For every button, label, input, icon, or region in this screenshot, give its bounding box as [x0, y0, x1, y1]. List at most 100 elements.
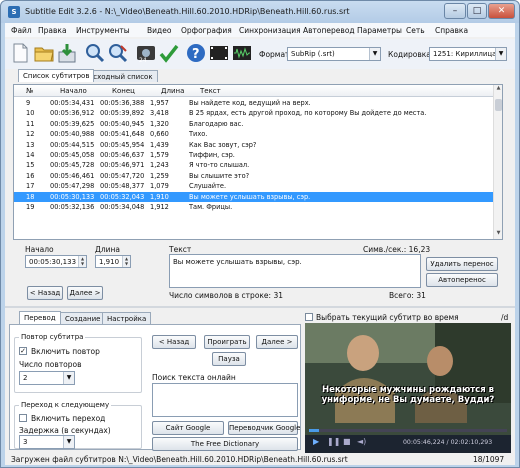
duration-input[interactable]: 1,910 ▲ ▼ — [95, 255, 131, 268]
forward-button[interactable]: Далее > — [256, 335, 298, 349]
next-group: Переход к следующему Включить переход За… — [14, 401, 142, 449]
enable-repeat-checkbox[interactable]: ✓ — [19, 347, 27, 355]
volume-icon[interactable]: ◄) — [357, 437, 366, 446]
menu-sync[interactable]: Синхронизация — [239, 26, 301, 35]
google-translate-button[interactable]: Переводчик Google — [228, 421, 300, 435]
remove-line-break-button[interactable]: Удалить перенос — [426, 257, 498, 271]
visual-sync-icon[interactable]: 24 — [135, 42, 157, 64]
scroll-up-icon[interactable]: ▲ — [494, 85, 502, 94]
prev-subtitle-button[interactable]: < Назад — [27, 286, 63, 300]
video-icon[interactable] — [208, 42, 230, 64]
main-client-area: Файл Правка Инструменты Видео Орфография… — [5, 23, 515, 465]
video-seek-bar[interactable] — [309, 429, 507, 432]
menu-video[interactable]: Видео — [147, 26, 171, 35]
menu-autotranslate[interactable]: Автоперевод — [303, 26, 355, 35]
play-icon[interactable]: ▶ — [313, 437, 319, 446]
spinner-icon[interactable]: ▲ ▼ — [122, 256, 130, 267]
spinner-icon[interactable]: ▲ ▼ — [78, 256, 86, 267]
grid-scrollbar[interactable]: ▲ ▼ — [493, 85, 502, 239]
start-time-input[interactable]: 00:05:30,133 ▲ ▼ — [25, 255, 87, 268]
delay-select[interactable]: 3 ▼ — [19, 435, 75, 449]
close-button[interactable]: ✕ — [488, 3, 515, 19]
menu-options[interactable]: Параметры — [357, 26, 402, 35]
table-row[interactable]: 17 00:05:47,298 00:05:48,377 1,079 Слушайте. — [14, 181, 494, 191]
scroll-thumb[interactable] — [495, 99, 502, 111]
table-row[interactable]: 10 00:05:36,912 00:05:39,892 3,418 В 25 ярда… — [14, 108, 494, 118]
tab-subtitle-list[interactable]: Список субтитров — [18, 69, 95, 82]
subtitle-text-value: Вы можете услышать взрывы, сэр. — [173, 258, 302, 266]
toolbar: 24 ? Формат SubRip (.srt) ▼ Кодировка 12… — [5, 39, 515, 69]
table-row[interactable]: 13 00:05:44,515 00:05:45,954 1,439 Как Вас з… — [14, 140, 494, 150]
save-icon[interactable] — [56, 42, 78, 64]
find-icon[interactable] — [84, 42, 106, 64]
online-search-input[interactable] — [152, 383, 298, 417]
select-current-checkbox[interactable] — [305, 313, 313, 321]
menu-edit[interactable]: Правка — [38, 26, 67, 35]
stop-icon[interactable]: ■ — [343, 437, 351, 446]
tab-create[interactable]: Создание — [60, 312, 106, 324]
pause-icon[interactable]: ❚❚ — [327, 437, 340, 446]
grid-header: № Начало Конец Длина Текст — [14, 85, 494, 97]
enable-next-label: Включить переход — [31, 414, 106, 423]
column-duration[interactable]: Длина — [161, 87, 184, 95]
column-text[interactable]: Текст — [200, 87, 221, 95]
subtitle-grid[interactable]: № Начало Конец Длина Текст 9 00:05:34,431… — [13, 84, 503, 240]
back-button[interactable]: < Назад — [152, 335, 196, 349]
format-select[interactable]: SubRip (.srt) ▼ — [287, 47, 381, 61]
enable-repeat-label: Включить повтор — [31, 347, 100, 356]
new-file-icon[interactable] — [9, 42, 31, 64]
google-site-button[interactable]: Сайт Google — [152, 421, 224, 435]
menu-network[interactable]: Сеть — [406, 26, 425, 35]
menu-file[interactable]: Файл — [11, 26, 32, 35]
column-number[interactable]: № — [26, 87, 33, 95]
minimize-button[interactable]: – — [444, 3, 466, 19]
next-subtitle-button[interactable]: Далее > — [67, 286, 103, 300]
row-end: 00:05:39,892 — [100, 109, 145, 118]
title-bar[interactable]: S Subtitle Edit 3.2.6 - N:\_Video\Beneat… — [1, 1, 519, 23]
subtitle-text-editor[interactable]: Вы можете услышать взрывы, сэр. — [169, 254, 421, 288]
table-row[interactable]: 19 00:05:32,136 00:05:34,048 1,912 Там. Фриц… — [14, 202, 494, 212]
help-icon[interactable]: ? — [185, 42, 207, 64]
waveform-icon[interactable] — [231, 42, 253, 64]
maximize-button[interactable]: □ — [467, 3, 487, 19]
row-end: 00:05:40,945 — [100, 119, 145, 128]
video-player[interactable]: Некоторые мужчины рождаются в униформе, … — [305, 323, 511, 453]
tab-translate[interactable]: Перевод — [19, 311, 61, 324]
replace-icon[interactable] — [107, 42, 129, 64]
menu-spellcheck[interactable]: Орфография — [181, 26, 232, 35]
row-number: 11 — [26, 119, 35, 128]
free-dictionary-button[interactable]: The Free Dictionary — [152, 437, 298, 451]
row-text: Тиффин, сэр. — [189, 151, 235, 159]
pause-button[interactable]: Пауза — [212, 352, 246, 366]
table-row[interactable]: 16 00:05:46,461 00:05:47,720 1,259 Вы слышит… — [14, 171, 494, 181]
table-row[interactable]: 9 00:05:34,431 00:05:36,388 1,957 Вы найдете… — [14, 98, 494, 108]
menu-help[interactable]: Справка — [435, 26, 468, 35]
spell-check-icon[interactable] — [158, 42, 180, 64]
open-folder-icon[interactable] — [33, 42, 55, 64]
column-start[interactable]: Начало — [60, 87, 87, 95]
tab-settings[interactable]: Настройка — [102, 312, 152, 324]
encoding-select[interactable]: 1251: Кириллица ( ▼ — [429, 47, 507, 61]
auto-break-button[interactable]: Автоперенос — [426, 273, 498, 287]
row-start: 00:05:40,988 — [50, 130, 95, 139]
table-row[interactable]: 14 00:05:45,058 00:05:46,637 1,579 Тиффин, с… — [14, 150, 494, 160]
row-number: 18 — [26, 192, 35, 201]
table-row[interactable]: 11 00:05:39,625 00:05:40,945 1,320 Благодарю… — [14, 119, 494, 129]
play-button[interactable]: Проиграть — [204, 335, 250, 349]
scroll-down-icon[interactable]: ▼ — [494, 230, 502, 239]
menu-tools[interactable]: Инструменты — [76, 26, 130, 35]
repeat-count-select[interactable]: 2 ▼ — [19, 371, 75, 385]
row-start: 00:05:36,912 — [50, 109, 95, 118]
row-number: 9 — [26, 99, 31, 107]
chevron-down-icon: ▼ — [495, 48, 506, 60]
enable-next-checkbox[interactable] — [19, 414, 27, 422]
table-row[interactable]: 12 00:05:40,988 00:05:41,648 0,660 Тихо. — [14, 129, 494, 139]
row-number: 10 — [26, 109, 35, 118]
table-row[interactable]: 18 00:05:30,133 00:05:32,043 1,910 Вы можете… — [14, 191, 494, 202]
column-end[interactable]: Конец — [112, 87, 135, 95]
row-start: 00:05:30,133 — [50, 192, 95, 201]
table-row[interactable]: 15 00:05:45,728 00:05:46,971 1,243 Я что-то … — [14, 160, 494, 170]
row-text: Как Вас зовут, сэр? — [189, 140, 257, 149]
delay-value: 3 — [23, 438, 28, 446]
splitter[interactable] — [5, 306, 515, 308]
